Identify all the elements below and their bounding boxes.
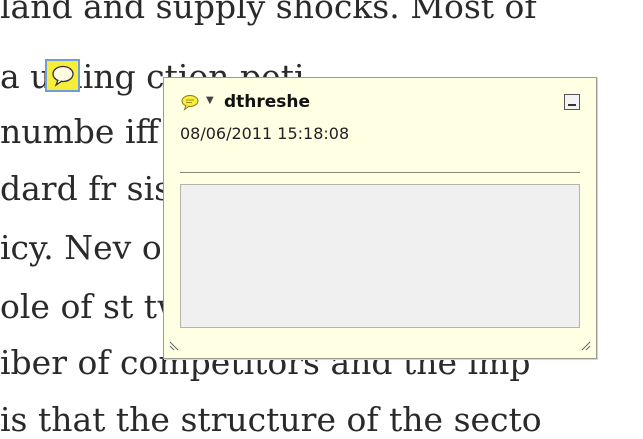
popup-header: ▼ dthreshe 08/06/2011 15:18:08 xyxy=(180,92,580,164)
comment-text-field[interactable] xyxy=(180,184,580,328)
document-text-line: dard fr sis xyxy=(0,169,172,208)
resize-grip-icon[interactable] xyxy=(578,338,592,352)
comment-author: dthreshe xyxy=(224,92,311,112)
comment-annotation-icon[interactable] xyxy=(45,59,80,92)
speech-bubble-icon xyxy=(51,65,74,87)
document-text-line: numbe iff xyxy=(0,112,159,151)
resize-grip-icon[interactable] xyxy=(168,338,182,352)
comment-popup: ▼ dthreshe 08/06/2011 15:18:08 xyxy=(163,77,597,359)
document-text-line: land and supply shocks. Most of xyxy=(0,0,537,26)
speech-bubble-icon[interactable] xyxy=(180,94,200,112)
minimize-button[interactable] xyxy=(564,94,580,110)
document-text-line: ole of st tw xyxy=(0,287,186,326)
chevron-down-icon[interactable]: ▼ xyxy=(206,95,214,106)
document-text-line: is that the structure of the secto xyxy=(0,400,542,439)
comment-timestamp: 08/06/2011 15:18:08 xyxy=(180,124,350,143)
popup-divider xyxy=(180,172,580,173)
